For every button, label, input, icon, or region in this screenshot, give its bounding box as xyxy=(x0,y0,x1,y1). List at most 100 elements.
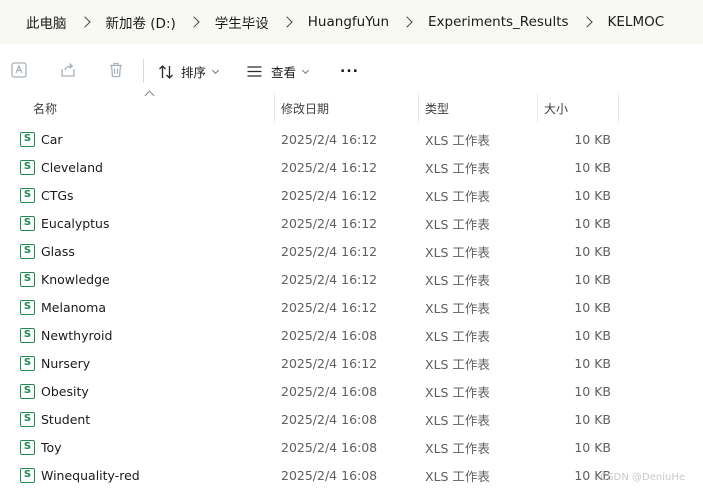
more-options-button[interactable]: ... xyxy=(340,60,359,76)
file-name-cell[interactable]: S Eucalyptus xyxy=(20,209,110,237)
file-name: Newthyroid xyxy=(41,327,113,343)
file-row[interactable]: S Newthyroid 2025/2/4 16:08 XLS 工作表 10 KB xyxy=(0,321,703,349)
file-row[interactable]: S Knowledge 2025/2/4 16:12 XLS 工作表 10 KB xyxy=(0,265,703,293)
xls-file-icon: S xyxy=(20,243,35,259)
file-type: XLS 工作表 xyxy=(425,188,490,204)
file-type: XLS 工作表 xyxy=(425,412,490,428)
file-name-cell[interactable]: S CTGs xyxy=(20,181,74,209)
file-name: Melanoma xyxy=(41,299,107,315)
sort-icon xyxy=(157,63,175,81)
file-date: 2025/2/4 16:12 xyxy=(281,243,378,259)
xls-file-icon: S xyxy=(20,299,35,315)
file-date: 2025/2/4 16:08 xyxy=(281,467,378,483)
chevron-down-icon xyxy=(301,66,310,74)
view-button[interactable]: 查看 xyxy=(246,62,310,81)
sort-button[interactable]: 排序 xyxy=(157,62,220,81)
file-date: 2025/2/4 16:12 xyxy=(281,271,378,287)
sort-label: 排序 xyxy=(181,65,207,80)
chevron-right-icon[interactable] xyxy=(281,16,293,28)
file-name-cell[interactable]: S Student xyxy=(20,405,90,433)
file-name: Winequality-red xyxy=(41,467,140,483)
file-row[interactable]: S Car 2025/2/4 16:12 XLS 工作表 10 KB xyxy=(0,125,703,153)
xls-file-icon: S xyxy=(20,355,35,371)
file-date: 2025/2/4 16:12 xyxy=(281,355,378,371)
file-name: Student xyxy=(41,411,91,427)
breadcrumb-item-folder-1[interactable]: 学生毕设 xyxy=(215,12,269,32)
file-date: 2025/2/4 16:08 xyxy=(281,327,378,343)
file-name-cell[interactable]: S Glass xyxy=(20,237,75,265)
toolbar-divider xyxy=(143,59,144,83)
xls-file-icon: S xyxy=(20,159,35,175)
file-name-cell[interactable]: S Toy xyxy=(20,433,62,461)
file-row[interactable]: S Melanoma 2025/2/4 16:12 XLS 工作表 10 KB xyxy=(0,293,703,321)
column-resize-handle[interactable] xyxy=(618,94,619,122)
file-name-cell[interactable]: S Nursery xyxy=(20,349,90,377)
column-name[interactable]: 名称 xyxy=(33,94,57,122)
file-date: 2025/2/4 16:12 xyxy=(281,159,378,175)
file-date: 2025/2/4 16:12 xyxy=(281,299,378,315)
file-name-cell[interactable]: S Car xyxy=(20,125,63,153)
column-resize-handle[interactable] xyxy=(537,94,538,122)
file-row[interactable]: S Toy 2025/2/4 16:08 XLS 工作表 10 KB xyxy=(0,433,703,461)
file-row[interactable]: S Glass 2025/2/4 16:12 XLS 工作表 10 KB xyxy=(0,237,703,265)
file-row[interactable]: S Cleveland 2025/2/4 16:12 XLS 工作表 10 KB xyxy=(0,153,703,181)
file-name: Cleveland xyxy=(41,159,103,175)
file-type: XLS 工作表 xyxy=(425,356,490,372)
breadcrumb-item-folder-2[interactable]: HuangfuYun xyxy=(308,14,389,30)
xls-file-icon: S xyxy=(20,467,35,483)
chevron-right-icon[interactable] xyxy=(78,16,91,28)
file-name: Eucalyptus xyxy=(41,215,110,231)
xls-file-icon: S xyxy=(20,383,35,399)
file-name: Knowledge xyxy=(41,271,110,287)
file-name-cell[interactable]: S Melanoma xyxy=(20,293,106,321)
xls-file-icon: S xyxy=(20,215,35,231)
file-row[interactable]: S Eucalyptus 2025/2/4 16:12 XLS 工作表 10 KB xyxy=(0,209,703,237)
file-name-cell[interactable]: S Knowledge xyxy=(20,265,110,293)
file-name-cell[interactable]: S Newthyroid xyxy=(20,321,112,349)
breadcrumb-item-current[interactable]: KELMOC xyxy=(608,14,665,30)
file-size: 10 KB xyxy=(574,187,611,203)
share-icon[interactable] xyxy=(59,61,77,79)
chevron-right-icon[interactable] xyxy=(188,16,200,28)
chevron-right-icon[interactable] xyxy=(580,16,593,28)
file-date: 2025/2/4 16:08 xyxy=(281,383,378,399)
column-resize-handle[interactable] xyxy=(274,94,275,122)
file-row[interactable]: S Winequality-red 2025/2/4 16:08 XLS 工作表 10 … xyxy=(0,461,703,489)
xls-file-icon: S xyxy=(20,411,35,427)
breadcrumb-item-this-pc[interactable]: 此电脑 xyxy=(26,12,67,32)
column-date-modified[interactable]: 修改日期 xyxy=(281,94,329,122)
xls-file-icon: S xyxy=(20,187,35,203)
rename-icon[interactable] xyxy=(10,61,28,79)
file-row[interactable]: S CTGs 2025/2/4 16:12 XLS 工作表 10 KB xyxy=(0,181,703,209)
file-row[interactable]: S Obesity 2025/2/4 16:08 XLS 工作表 10 KB xyxy=(0,377,703,405)
column-size[interactable]: 大小 xyxy=(544,94,568,122)
file-size: 10 KB xyxy=(574,439,611,455)
file-name-cell[interactable]: S Obesity xyxy=(20,377,89,405)
file-name: CTGs xyxy=(41,187,74,203)
xls-file-icon: S xyxy=(20,327,35,343)
file-row[interactable]: S Nursery 2025/2/4 16:12 XLS 工作表 10 KB xyxy=(0,349,703,377)
file-date: 2025/2/4 16:12 xyxy=(281,131,378,147)
column-type[interactable]: 类型 xyxy=(425,94,449,122)
file-type: XLS 工作表 xyxy=(425,216,490,232)
xls-file-icon: S xyxy=(20,271,35,287)
file-size: 10 KB xyxy=(574,131,611,147)
file-name: Toy xyxy=(41,439,62,455)
file-size: 10 KB xyxy=(574,411,611,427)
xls-file-icon: S xyxy=(20,131,35,147)
file-row[interactable]: S Student 2025/2/4 16:08 XLS 工作表 10 KB xyxy=(0,405,703,433)
file-name: Car xyxy=(41,131,63,147)
file-type: XLS 工作表 xyxy=(425,300,490,316)
file-name-cell[interactable]: S Cleveland xyxy=(20,153,103,181)
file-type: XLS 工作表 xyxy=(425,468,490,484)
file-type: XLS 工作表 xyxy=(425,328,490,344)
view-list-icon xyxy=(246,63,263,80)
file-name-cell[interactable]: S Winequality-red xyxy=(20,461,140,489)
breadcrumb-item-drive[interactable]: 新加卷 (D:) xyxy=(106,12,176,32)
delete-icon[interactable] xyxy=(107,61,125,79)
chevron-right-icon[interactable] xyxy=(401,16,413,28)
breadcrumb-item-folder-3[interactable]: Experiments_Results xyxy=(428,14,569,30)
file-size: 10 KB xyxy=(574,215,611,231)
chevron-down-icon xyxy=(211,66,220,74)
column-resize-handle[interactable] xyxy=(418,94,419,122)
